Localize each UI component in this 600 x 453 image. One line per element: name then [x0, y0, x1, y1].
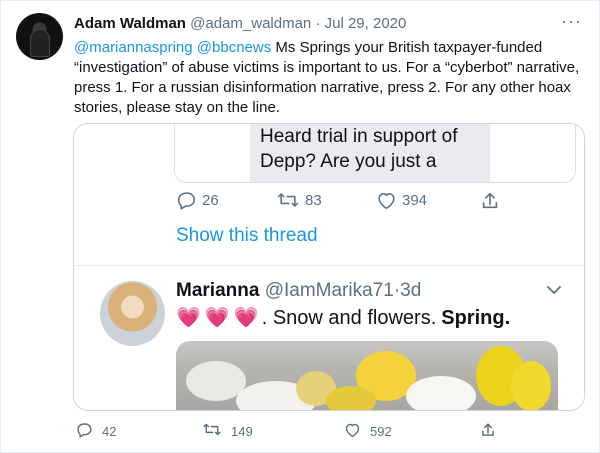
author-handle[interactable]: @adam_waldman	[190, 15, 311, 32]
retweet-count: 149	[231, 423, 253, 439]
thread-like-button[interactable]: 394	[376, 191, 427, 210]
thread-retweet-button[interactable]: 83	[276, 191, 322, 209]
tweet-actions: 42 149 592	[76, 422, 586, 442]
meta-separator: ·	[315, 15, 321, 32]
reply-author-handle[interactable]: @IamMarika71	[265, 280, 394, 301]
reply-button[interactable]: 42	[76, 422, 116, 441]
reply-icon	[176, 191, 197, 210]
tweet-header: Adam Waldman @adam_waldman · Jul 29, 202…	[74, 15, 406, 33]
heart-icon	[376, 191, 397, 210]
reply-time[interactable]: 3d	[400, 280, 421, 301]
tweet-date[interactable]: Jul 29, 2020	[325, 15, 407, 32]
image-text-line: Depp? Are you just a	[260, 151, 437, 172]
share-icon	[480, 191, 500, 211]
sparkling-heart-icon: 💗	[176, 307, 201, 329]
tweet-text: @mariannaspring @bbcnews Ms Springs your…	[74, 38, 584, 118]
reply-author-avatar[interactable]	[100, 281, 165, 346]
reply-author-name[interactable]: Marianna	[176, 280, 259, 301]
share-button[interactable]	[480, 422, 496, 441]
thread-divider	[74, 265, 584, 266]
heart-emojis: 💗 💗 💗	[176, 305, 259, 331]
reply-count: 42	[102, 424, 117, 439]
retweet-icon	[276, 191, 300, 209]
like-count: 592	[370, 424, 392, 439]
reply-text: 💗 💗 💗 . Snow and flowers. Spring.	[176, 305, 510, 331]
share-icon	[480, 422, 496, 441]
more-options-icon[interactable]: ···	[561, 12, 582, 30]
chevron-down-icon[interactable]	[546, 282, 562, 300]
author-avatar[interactable]	[16, 13, 63, 60]
mention-link[interactable]: @mariannaspring	[74, 39, 193, 56]
like-count: 394	[402, 192, 428, 209]
heart-icon	[344, 422, 361, 441]
show-thread-link[interactable]: Show this thread	[176, 225, 318, 247]
thread-reply-button[interactable]: 26	[176, 191, 219, 210]
thread-actions: 26 83 394	[176, 191, 584, 215]
sparkling-heart-icon: 💗	[233, 307, 259, 329]
author-name[interactable]: Adam Waldman	[74, 15, 186, 32]
reply-icon	[76, 422, 93, 441]
reply-header: Marianna @IamMarika71·3d	[176, 280, 421, 302]
embedded-thread[interactable]: Heard trial in support of Depp? Are you …	[73, 123, 585, 411]
embedded-image[interactable]: Heard trial in support of Depp? Are you …	[174, 124, 576, 183]
reply-text-prefix: . Snow and flowers.	[261, 307, 437, 329]
thread-share-button[interactable]	[480, 191, 500, 211]
reply-count: 26	[202, 192, 219, 209]
image-text-bubble: Heard trial in support of Depp? Are you …	[250, 124, 490, 182]
reply-text-bold: Spring.	[441, 307, 511, 329]
retweet-icon	[202, 422, 222, 440]
sparkling-heart-icon: 💗	[204, 307, 230, 329]
retweet-button[interactable]: 149	[202, 422, 253, 440]
image-text-line: Heard trial in support of	[260, 126, 458, 147]
reply-photo[interactable]	[176, 341, 558, 410]
retweet-count: 83	[305, 191, 322, 209]
mention-link[interactable]: @bbcnews	[197, 39, 271, 56]
like-button[interactable]: 592	[344, 422, 392, 441]
